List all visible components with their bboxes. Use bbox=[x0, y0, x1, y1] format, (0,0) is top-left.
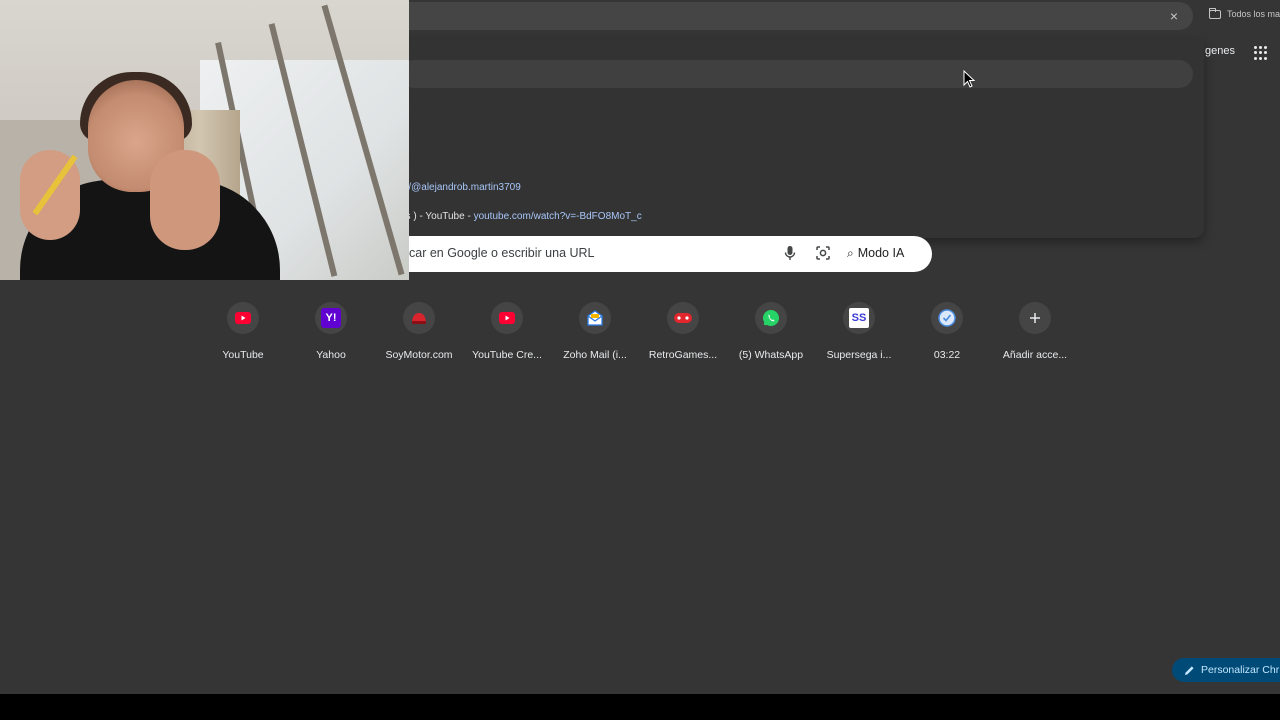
shortcut-supersega[interactable]: SS Supersega i... bbox=[815, 296, 903, 366]
ai-mode-button[interactable]: ⌕ Modo IA bbox=[847, 242, 904, 264]
shortcut-youtube[interactable]: YouTube bbox=[199, 296, 287, 366]
webcam-overlay bbox=[0, 0, 409, 280]
gamepad-icon bbox=[667, 302, 699, 334]
shortcut-label: SoyMotor.com bbox=[385, 349, 453, 361]
google-lens-icon[interactable] bbox=[815, 245, 831, 261]
address-bar[interactable] bbox=[300, 2, 1193, 30]
mouse-cursor-icon bbox=[963, 70, 975, 88]
shortcut-label: Yahoo bbox=[316, 349, 346, 361]
soymotor-icon bbox=[403, 302, 435, 334]
zoho-mail-icon bbox=[579, 302, 611, 334]
shortcut-label: 03:22 bbox=[933, 349, 961, 361]
suggestion-url: m/@alejandrob.martin3709 bbox=[400, 182, 521, 193]
suggestion-url: youtube.com/watch?v=-BdFO8MoT_c bbox=[473, 211, 642, 222]
shortcut-soymotor[interactable]: SoyMotor.com bbox=[375, 296, 463, 366]
bottom-black-bar bbox=[0, 694, 1280, 720]
suggestion-highlight-row[interactable] bbox=[400, 60, 1193, 88]
pencil-icon bbox=[1185, 665, 1194, 675]
close-icon[interactable]: × bbox=[1166, 8, 1182, 24]
yahoo-icon: Y! bbox=[315, 302, 347, 334]
images-link[interactable]: genes bbox=[1205, 45, 1235, 57]
apps-grid-icon[interactable] bbox=[1254, 46, 1268, 60]
shortcut-label: YouTube bbox=[222, 349, 264, 361]
ai-mode-label: Modo IA bbox=[857, 246, 905, 260]
suggestion-title: us ) - YouTube - bbox=[400, 211, 474, 222]
customize-chrome-button[interactable]: Personalizar Chr bbox=[1172, 658, 1280, 682]
all-bookmarks-button[interactable]: Todos los ma bbox=[1209, 6, 1280, 22]
shortcut-label: RetroGames... bbox=[648, 349, 718, 361]
shortcut-retrogames[interactable]: RetroGames... bbox=[639, 296, 727, 366]
shortcut-label: Zoho Mail (i... bbox=[563, 349, 627, 361]
shortcut-label: Añadir acce... bbox=[1002, 349, 1068, 361]
clock-icon bbox=[931, 302, 963, 334]
shortcut-add[interactable]: Añadir acce... bbox=[991, 296, 1079, 366]
ai-search-icon: ⌕ bbox=[847, 245, 854, 260]
microphone-icon[interactable] bbox=[784, 245, 796, 261]
suggestion-item-video[interactable]: us ) - YouTube - youtube.com/watch?v=-Bd… bbox=[400, 211, 642, 222]
whatsapp-icon bbox=[755, 302, 787, 334]
shortcut-label: YouTube Cre... bbox=[472, 349, 542, 361]
shortcut-label: Supersega i... bbox=[826, 349, 892, 361]
shortcut-label: (5) WhatsApp bbox=[738, 349, 804, 361]
youtube-icon bbox=[227, 302, 259, 334]
search-input[interactable]: car en Google o escribir una URL bbox=[409, 246, 595, 260]
shortcut-youtube-creator[interactable]: YouTube Cre... bbox=[463, 296, 551, 366]
plus-icon bbox=[1019, 302, 1051, 334]
all-bookmarks-label: Todos los ma bbox=[1227, 9, 1280, 19]
supersega-icon: SS bbox=[843, 302, 875, 334]
suggestion-item-channel[interactable]: m/@alejandrob.martin3709 bbox=[400, 182, 521, 193]
shortcut-yahoo[interactable]: Y! Yahoo bbox=[287, 296, 375, 366]
shortcut-zoho-mail[interactable]: Zoho Mail (i... bbox=[551, 296, 639, 366]
shortcut-clock[interactable]: 03:22 bbox=[903, 296, 991, 366]
customize-label: Personalizar Chr bbox=[1201, 664, 1280, 676]
shortcut-whatsapp[interactable]: (5) WhatsApp bbox=[727, 296, 815, 366]
folder-icon bbox=[1209, 7, 1221, 19]
youtube-icon bbox=[491, 302, 523, 334]
